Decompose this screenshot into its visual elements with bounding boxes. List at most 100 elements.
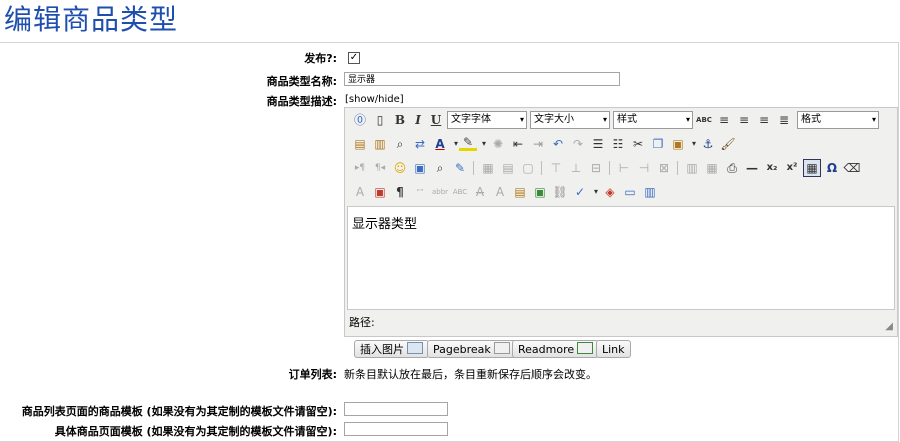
delete-col-icon[interactable]: ⊠ — [655, 159, 673, 177]
detail-template-label: 具体商品页面模板 (如果没有为其定制的模板文件请留空): — [54, 425, 337, 438]
align-justify-icon[interactable]: ≣ — [775, 111, 793, 129]
editor-content-area[interactable]: 显示器类型 — [347, 206, 895, 310]
ltr-icon[interactable]: ▸¶ — [351, 159, 369, 177]
media-icon[interactable]: ▣ — [411, 159, 429, 177]
order-label: 订单列表: — [288, 368, 337, 381]
rich-text-editor: ⓪ ▯ B I U 文字字体 ▾ 文字大小 ▾ 样式 ▾ ABC ≡ ≡ ≡ ≣ 格式… — [344, 107, 898, 337]
outdent-icon[interactable]: ⇤ — [509, 135, 527, 153]
undo-icon[interactable]: ↶ — [549, 135, 567, 153]
image-icon[interactable]: ▣ — [531, 183, 549, 201]
find-icon[interactable]: ⌕ — [391, 135, 409, 153]
format-select[interactable]: 格式 ▾ — [797, 111, 879, 129]
col-after-icon[interactable]: ⊣ — [635, 159, 653, 177]
emoticon-icon[interactable]: ☺ — [391, 159, 409, 177]
insert-image-label: 插入图片 — [360, 343, 404, 356]
abbr-icon[interactable]: abbr — [431, 183, 449, 201]
superscript-icon[interactable]: x² — [783, 159, 801, 177]
indent-icon[interactable]: ⇥ — [529, 135, 547, 153]
bold-icon[interactable]: B — [391, 111, 409, 129]
detail-template-input[interactable] — [344, 422, 448, 436]
type-name-input[interactable]: 显示器 — [344, 72, 620, 86]
subscript-icon[interactable]: x₂ — [763, 159, 781, 177]
merge-cells-icon[interactable]: ▦ — [703, 159, 721, 177]
type-name-label: 商品类型名称: — [266, 75, 337, 88]
page-title: 编辑商品类型 — [4, 3, 179, 36]
italic-icon[interactable]: I — [409, 111, 427, 129]
attributes-icon[interactable]: ▤ — [511, 183, 529, 201]
order-value: 新条目默认放在最后，条目重新保存后顺序会改变。 — [344, 368, 597, 381]
publish-checkbox[interactable]: ✓ — [348, 52, 360, 64]
rtl-icon[interactable]: ¶◂ — [371, 159, 389, 177]
pilcrow-icon[interactable]: ¶ — [391, 183, 409, 201]
style-select[interactable]: 样式 ▾ — [613, 111, 693, 129]
anchor-icon[interactable]: ⚓ — [699, 135, 717, 153]
readmore-icon — [577, 342, 594, 354]
new-document-icon[interactable]: ▯ — [371, 111, 389, 129]
row-props-icon[interactable]: ▤ — [499, 159, 517, 177]
align-center-icon[interactable]: ≡ — [735, 111, 753, 129]
readmore-button[interactable]: Readmore — [512, 340, 600, 358]
styles-icon[interactable]: A — [351, 183, 369, 201]
horizontal-rule-icon[interactable]: — — [743, 159, 761, 177]
row-before-icon[interactable]: ⊤ — [547, 159, 565, 177]
redo-icon[interactable]: ↷ — [569, 135, 587, 153]
link-icon[interactable]: ⛓ — [551, 183, 569, 201]
cleanup-icon[interactable]: 🖌 — [719, 135, 737, 153]
visual-aid-icon[interactable]: ▦ — [803, 159, 821, 177]
align-left-icon[interactable]: ≡ — [715, 111, 733, 129]
edit-icon[interactable]: ✎ — [451, 159, 469, 177]
resize-handle-icon[interactable]: ◢ — [885, 321, 893, 332]
chevron-down-icon: ▾ — [871, 115, 876, 124]
pagebreak-label: Pagebreak — [433, 343, 491, 356]
paste-word-icon[interactable]: ▥ — [371, 135, 389, 153]
chevron-down-icon: ▾ — [519, 115, 524, 124]
numbered-list-icon[interactable]: ☰ — [589, 135, 607, 153]
row-after-icon[interactable]: ⊥ — [567, 159, 585, 177]
font-size-select[interactable]: 文字大小 ▾ — [530, 111, 610, 129]
pagebreak-button[interactable]: Pagebreak — [427, 340, 516, 358]
chevron-down-icon: ▾ — [685, 115, 690, 124]
source-code-icon[interactable]: ▥ — [641, 183, 659, 201]
desc-show-hide-link[interactable]: [show/hide] — [345, 94, 404, 105]
insert-image-button[interactable]: 插入图片 — [354, 340, 429, 358]
cite-icon[interactable]: “” — [411, 183, 429, 201]
align-right-icon[interactable]: ≡ — [755, 111, 773, 129]
strikethrough-icon[interactable]: A — [471, 183, 489, 201]
link-label: Link — [602, 343, 625, 356]
table-props-icon[interactable]: ▦ — [479, 159, 497, 177]
copy-icon[interactable]: ❐ — [649, 135, 667, 153]
cell-props-icon[interactable]: ▢ — [519, 159, 537, 177]
acronym-icon[interactable]: ABC — [451, 183, 469, 201]
replace-icon[interactable]: ⇄ — [411, 135, 429, 153]
path-label: 路径: — [349, 316, 375, 329]
remove-format-icon[interactable]: ✺ — [489, 135, 507, 153]
toolbar-row-3: ▸¶ ¶◂ ☺ ▣ ⌕ ✎ ▦ ▤ ▢ ⊤ ⊥ ⊟ ⊢ ⊣ ⊠ ▥ ▦ ⎙ — … — [351, 159, 891, 179]
toolbar-separator — [609, 161, 610, 175]
underline-icon[interactable]: U — [427, 111, 445, 129]
format-value: 格式 — [801, 114, 821, 125]
link-button[interactable]: Link — [596, 340, 631, 358]
col-before-icon[interactable]: ⊢ — [615, 159, 633, 177]
publish-label: 发布?: — [304, 52, 337, 65]
print-icon[interactable]: ⎙ — [723, 159, 741, 177]
toolbar-separator — [677, 161, 678, 175]
toolbar-row-1: ⓪ ▯ B I U 文字字体 ▾ 文字大小 ▾ 样式 ▾ ABC ≡ ≡ ≡ ≣ 格式… — [351, 111, 891, 131]
help-icon[interactable]: ⓪ — [351, 111, 369, 129]
paste-text-icon[interactable]: ▤ — [351, 135, 369, 153]
special-char-icon[interactable]: Ω — [823, 159, 841, 177]
template-icon[interactable]: ◈ — [601, 183, 619, 201]
delete-row-icon[interactable]: ⊟ — [587, 159, 605, 177]
bullet-list-icon[interactable]: ☷ — [609, 135, 627, 153]
cut-icon[interactable]: ✂ — [629, 135, 647, 153]
layer-icon[interactable]: ▣ — [371, 183, 389, 201]
insert-text-icon[interactable]: A — [491, 183, 509, 201]
eraser-icon[interactable]: ⌫ — [843, 159, 861, 177]
toolbar-separator — [541, 161, 542, 175]
preview-icon[interactable]: ⌕ — [431, 159, 449, 177]
split-cells-icon[interactable]: ▥ — [683, 159, 701, 177]
spellcheck-icon[interactable]: ABC — [695, 111, 713, 129]
fullscreen-icon[interactable]: ▭ — [621, 183, 639, 201]
readmore-label: Readmore — [518, 343, 575, 356]
list-template-input[interactable] — [344, 402, 448, 416]
font-family-select[interactable]: 文字字体 ▾ — [447, 111, 527, 129]
